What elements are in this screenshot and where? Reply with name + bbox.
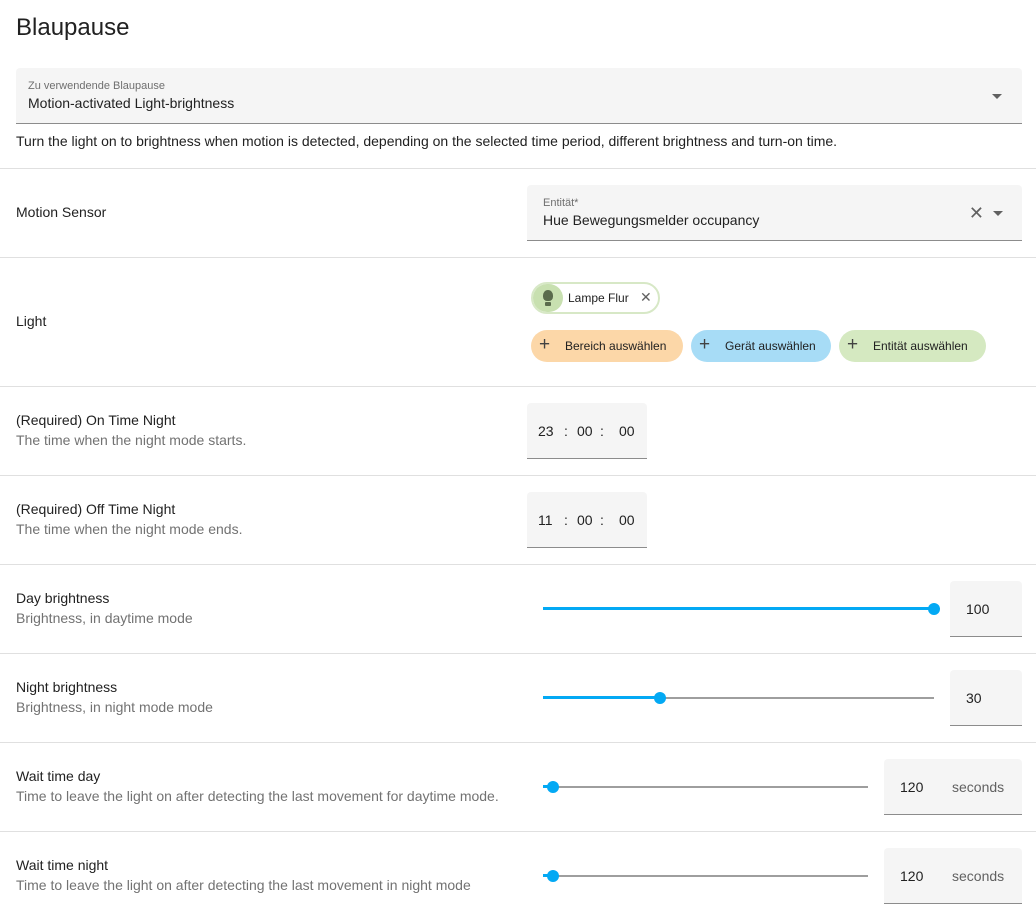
time-separator: : (564, 423, 568, 439)
slider-track (543, 786, 868, 788)
wait-time-night-title: Wait time night (16, 857, 109, 873)
day-brightness-input[interactable]: 100 (950, 581, 1022, 637)
wait-time-night-slider[interactable] (543, 868, 868, 884)
add-device-label: Gerät auswählen (725, 339, 816, 353)
night-brightness-value: 30 (966, 690, 982, 706)
hours-field[interactable]: 23 (538, 423, 554, 439)
close-icon[interactable]: ✕ (969, 204, 984, 222)
slider-thumb[interactable] (928, 603, 940, 615)
time-separator: : (600, 512, 604, 528)
time-separator: : (600, 423, 604, 439)
wait-time-day-value: 120 (900, 779, 924, 795)
divider (0, 386, 1036, 387)
seconds-field[interactable]: 00 (619, 512, 635, 528)
divider (0, 653, 1036, 654)
divider (0, 257, 1036, 258)
lightbulb-icon (533, 284, 563, 312)
slider-thumb[interactable] (546, 781, 559, 793)
seconds-field[interactable]: 00 (619, 423, 635, 439)
slider-thumb[interactable] (546, 870, 559, 882)
page-title: Blaupause (16, 14, 130, 41)
off-time-night-title: (Required) Off Time Night (16, 501, 176, 517)
minutes-field[interactable]: 00 (577, 423, 593, 439)
entity-field-value: Hue Bewegungsmelder occupancy (543, 212, 760, 228)
selected-entity-label: Lampe Flur (568, 291, 629, 305)
add-entity-button[interactable]: + Entität auswählen (839, 330, 986, 362)
wait-time-day-subtitle: Time to leave the light on after detecti… (16, 788, 499, 804)
divider (0, 564, 1036, 565)
wait-time-day-input[interactable]: 120 seconds (884, 759, 1022, 815)
divider (0, 831, 1036, 832)
add-area-button[interactable]: + Bereich auswählen (531, 330, 683, 362)
wait-time-day-slider[interactable] (543, 779, 868, 795)
entity-field-label: Entität* (543, 197, 579, 209)
wait-time-night-unit: seconds (952, 868, 1005, 884)
hours-field[interactable]: 11 (538, 512, 553, 528)
blueprint-description: Turn the light on to brightness when mot… (16, 133, 838, 149)
off-time-night-time-input[interactable]: 11 : 00 : 00 (527, 492, 647, 548)
slider-track (543, 875, 868, 877)
blueprint-select-label: Zu verwendende Blaupause (28, 80, 165, 92)
night-brightness-slider[interactable] (543, 690, 934, 706)
slider-track-fill (543, 607, 934, 610)
divider (0, 742, 1036, 743)
slider-track-fill (543, 696, 661, 699)
add-device-button[interactable]: + Gerät auswählen (691, 330, 831, 362)
plus-icon: + (699, 334, 711, 355)
night-brightness-subtitle: Brightness, in night mode mode (16, 699, 213, 715)
wait-time-day-unit: seconds (952, 779, 1005, 795)
wait-time-night-value: 120 (900, 868, 924, 884)
close-icon[interactable]: ✕ (640, 289, 652, 306)
day-brightness-title: Day brightness (16, 590, 110, 606)
time-separator: : (564, 512, 568, 528)
wait-time-night-input[interactable]: 120 seconds (884, 848, 1022, 904)
wait-time-day-title: Wait time day (16, 768, 101, 784)
on-time-night-title: (Required) On Time Night (16, 412, 176, 428)
selected-entity-chip[interactable]: Lampe Flur ✕ (531, 282, 660, 314)
day-brightness-value: 100 (966, 601, 990, 617)
night-brightness-input[interactable]: 30 (950, 670, 1022, 726)
blueprint-select-value: Motion-activated Light-brightness (28, 95, 235, 111)
night-brightness-title: Night brightness (16, 679, 118, 695)
divider (0, 475, 1036, 476)
motion-sensor-entity-picker[interactable]: Entität* Hue Bewegungsmelder occupancy ✕ (527, 185, 1022, 241)
motion-sensor-title: Motion Sensor (16, 204, 107, 220)
day-brightness-subtitle: Brightness, in daytime mode (16, 610, 193, 626)
plus-icon: + (847, 334, 859, 355)
plus-icon: + (539, 334, 551, 355)
day-brightness-slider[interactable] (543, 601, 940, 617)
minutes-field[interactable]: 00 (577, 512, 593, 528)
wait-time-night-subtitle: Time to leave the light on after detecti… (16, 877, 471, 893)
slider-thumb[interactable] (654, 692, 667, 704)
chevron-down-icon[interactable] (993, 211, 1003, 216)
add-entity-label: Entität auswählen (873, 339, 968, 353)
add-area-label: Bereich auswählen (565, 339, 667, 353)
on-time-night-subtitle: The time when the night mode starts. (16, 432, 247, 448)
light-title: Light (16, 313, 47, 329)
blueprint-select[interactable]: Zu verwendende Blaupause Motion-activate… (16, 68, 1022, 124)
divider (0, 168, 1036, 169)
off-time-night-subtitle: The time when the night mode ends. (16, 521, 243, 537)
chevron-down-icon[interactable] (992, 94, 1002, 99)
on-time-night-time-input[interactable]: 23 : 00 : 00 (527, 403, 647, 459)
